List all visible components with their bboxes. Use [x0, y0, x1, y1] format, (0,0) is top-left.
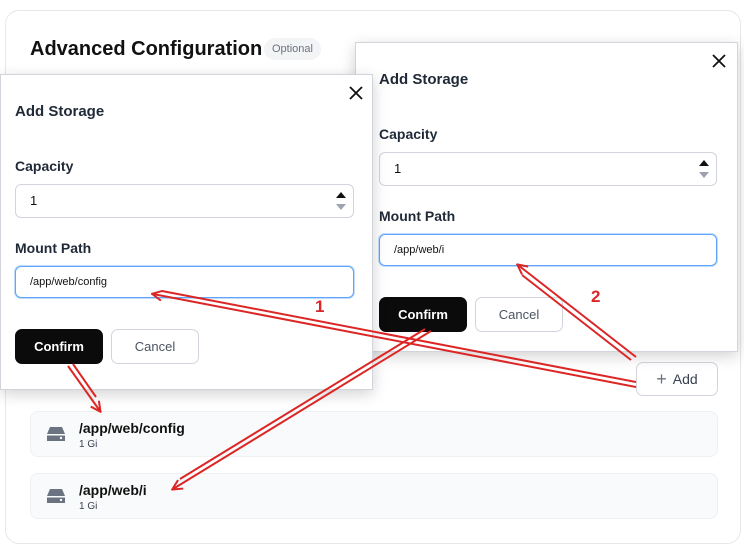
add-storage-dialog-right: Add Storage Capacity 1 Mount Path /app/w… [355, 42, 738, 352]
storage-item[interactable]: /app/web/i 1 Gi [30, 473, 718, 519]
section-title: Advanced Configuration [30, 38, 263, 60]
plus-icon: + [656, 369, 667, 389]
capacity-input[interactable]: 1 [379, 152, 717, 186]
mount-path-label: Mount Path [15, 240, 92, 256]
storage-size: 1 Gi [79, 439, 98, 450]
storage-item[interactable]: /app/web/config 1 Gi [30, 411, 718, 457]
add-storage-button[interactable]: + Add [636, 362, 718, 396]
cancel-button[interactable]: Cancel [111, 329, 199, 364]
capacity-input[interactable]: 1 [15, 184, 354, 218]
storage-path: /app/web/config [79, 420, 185, 436]
optional-badge: Optional [264, 38, 321, 60]
storage-path: /app/web/i [79, 482, 147, 498]
dialog-title: Add Storage [15, 103, 105, 120]
stepper-arrows-icon[interactable] [698, 156, 710, 182]
capacity-label: Capacity [15, 158, 74, 174]
storage-size: 1 Gi [79, 501, 98, 512]
add-button-label: Add [672, 371, 698, 387]
capacity-label: Capacity [379, 126, 438, 142]
drive-icon [47, 427, 65, 441]
stepper-arrows-icon[interactable] [335, 188, 347, 214]
cancel-button[interactable]: Cancel [475, 297, 563, 332]
close-icon[interactable] [712, 54, 726, 68]
dialog-title: Add Storage [379, 71, 469, 88]
mount-path-input[interactable]: /app/web/config [15, 266, 354, 298]
close-icon[interactable] [349, 86, 363, 100]
add-storage-dialog-left: Add Storage Capacity 1 Mount Path /app/w… [0, 74, 373, 390]
capacity-value: 1 [30, 193, 38, 208]
mount-path-input[interactable]: /app/web/i [379, 234, 717, 266]
drive-icon [47, 489, 65, 503]
confirm-button[interactable]: Confirm [379, 297, 467, 332]
confirm-button[interactable]: Confirm [15, 329, 103, 364]
capacity-value: 1 [394, 161, 402, 176]
mount-path-label: Mount Path [379, 208, 456, 224]
